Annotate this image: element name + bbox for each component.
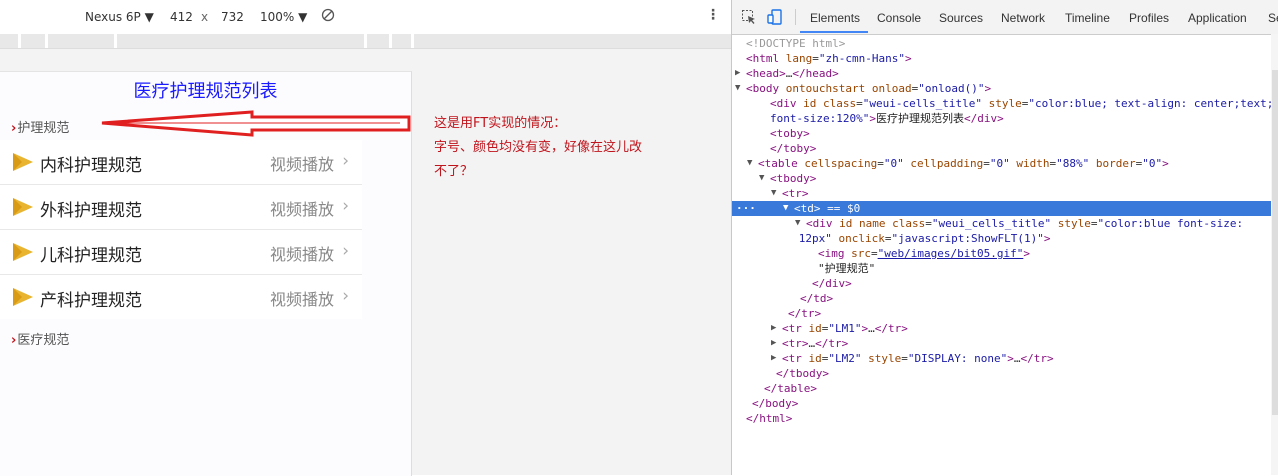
- video-play-link[interactable]: 视频播放: [270, 196, 334, 220]
- list-item-label: 儿科护理规范: [40, 246, 142, 266]
- dom-node-line[interactable]: ▼ <div id name class="weui_cells_title" s…: [732, 216, 1271, 231]
- scrollbar[interactable]: [1271, 34, 1278, 475]
- video-play-link[interactable]: 视频播放: [270, 151, 334, 175]
- annotation-line-3: 不了？: [434, 164, 474, 179]
- folder-arrow-icon: [13, 153, 33, 171]
- dom-node-line[interactable]: <toby>: [732, 126, 1271, 141]
- tab-console[interactable]: Console: [877, 11, 921, 25]
- dom-node-line[interactable]: ▼ <tbody>: [732, 171, 1271, 186]
- folder-arrow-icon: [13, 288, 33, 306]
- dom-node-line[interactable]: </body>: [732, 396, 1271, 411]
- inspect-element-icon[interactable]: [741, 9, 757, 25]
- dom-node-line[interactable]: <!DOCTYPE html>: [732, 36, 1271, 51]
- list-item[interactable]: 内科护理规范 视频播放 ›: [0, 140, 362, 184]
- collapse-icon[interactable]: ▼: [747, 156, 752, 171]
- width-field[interactable]: 412: [170, 10, 193, 24]
- tab-network[interactable]: Network: [1001, 11, 1045, 25]
- dom-node-line[interactable]: <div id class="weui-cells_title" style="…: [732, 96, 1273, 111]
- caret-icon: ›: [11, 121, 17, 136]
- dom-node-line[interactable]: ▼ <body ontouchstart onload="onload()">: [732, 81, 1271, 96]
- dom-node-line[interactable]: <img src="web/images/bit05.gif">: [732, 246, 1271, 261]
- folder-arrow-icon: [13, 198, 33, 216]
- caret-icon: ›: [11, 333, 17, 348]
- more-options-icon[interactable]: ⋮: [706, 7, 720, 23]
- section-nursing-label: 护理规范: [17, 121, 70, 136]
- expand-icon[interactable]: ▶: [771, 351, 776, 366]
- list-item[interactable]: 儿科护理规范 视频播放 ›: [0, 229, 362, 274]
- dom-node-line[interactable]: ▶ <tr id="LM1">…</tr>: [732, 321, 1271, 336]
- device-emulation-area: Nexus 6P ▼ 412 x 732 100% ▼ ⋮ 医疗护理规范列表 ›…: [0, 0, 731, 476]
- device-toggle-icon[interactable]: [767, 9, 783, 25]
- dom-node-line[interactable]: </tbody>: [732, 366, 1271, 381]
- phone-viewport: 医疗护理规范列表 ›护理规范 内科护理规范 视频播放 › 外科护理规范 视频播放 › 儿科护…: [0, 71, 412, 476]
- chevron-right-icon: ›: [342, 241, 349, 261]
- collapse-icon[interactable]: ▼: [759, 171, 764, 186]
- list-item[interactable]: 外科护理规范 视频播放 ›: [0, 184, 362, 229]
- dom-node-line[interactable]: 12px" onclick="javascript:ShowFLT(1)">: [732, 231, 1271, 246]
- chevron-right-icon: ›: [342, 286, 349, 306]
- dom-node-line[interactable]: <html lang="zh-cmn-Hans">: [732, 51, 1271, 66]
- height-field[interactable]: 732: [221, 10, 244, 24]
- elements-tree: <!DOCTYPE html> <html lang="zh-cmn-Hans">…: [732, 34, 1278, 475]
- collapse-icon[interactable]: ▼: [771, 186, 776, 201]
- dom-node-line[interactable]: ▶ <tr id="LM2" style="DISPLAY: none">…</t…: [732, 351, 1271, 366]
- dom-node-line[interactable]: </tr>: [732, 306, 1271, 321]
- list-item[interactable]: 产科护理规范 视频播放 ›: [0, 274, 362, 319]
- tab-sources[interactable]: Sources: [939, 11, 983, 25]
- collapse-icon[interactable]: ▼: [735, 81, 740, 96]
- collapse-icon[interactable]: ▼: [783, 201, 788, 216]
- tab-application[interactable]: Application: [1188, 11, 1247, 25]
- tab-elements[interactable]: Elements: [810, 11, 860, 25]
- annotation-line-2: 字号、颜色均没有变，好像在这儿改: [434, 140, 643, 155]
- tab-timeline[interactable]: Timeline: [1065, 11, 1110, 25]
- list-item-label: 内科护理规范: [40, 156, 142, 176]
- dom-node-line[interactable]: </table>: [732, 381, 1271, 396]
- dom-node-line[interactable]: "护理规范": [732, 261, 1271, 276]
- dom-node-line[interactable]: ▶ <head>…</head>: [732, 66, 1271, 81]
- device-select[interactable]: Nexus 6P ▼: [85, 10, 154, 24]
- section-medical-label: 医疗规范: [17, 333, 70, 348]
- devtools-panel: Elements Console Sources Network Timeline Pro…: [731, 0, 1278, 475]
- dimension-separator: x: [201, 10, 209, 24]
- active-tab-indicator: [800, 31, 868, 33]
- dom-node-line[interactable]: </html>: [732, 411, 1271, 426]
- devtools-tabbar: Elements Console Sources Network Timeline Pro…: [732, 0, 1278, 35]
- chevron-right-icon: ›: [342, 151, 349, 171]
- list-item-label: 产科护理规范: [40, 291, 142, 311]
- media-query-ruler: [0, 34, 731, 49]
- rotate-icon[interactable]: [321, 8, 335, 25]
- dom-node-line[interactable]: ▼ <table cellspacing="0" cellpadding="0" …: [732, 156, 1271, 171]
- folder-arrow-icon: [13, 243, 33, 261]
- device-toolbar: Nexus 6P ▼ 412 x 732 100% ▼ ⋮: [0, 0, 731, 35]
- annotation-line-1: 这是用FT实现的情况：: [434, 116, 567, 131]
- section-medical[interactable]: ›医疗规范: [11, 329, 69, 348]
- page-title: 医疗护理规范列表: [133, 81, 278, 102]
- annotation-note: 这是用FT实现的情况： 字号、颜色均没有变，好像在这儿改 不了？: [434, 112, 694, 184]
- section-nursing[interactable]: ›护理规范: [11, 117, 69, 136]
- dom-node-line[interactable]: </div>: [732, 276, 1271, 291]
- expand-icon[interactable]: ▶: [771, 336, 776, 351]
- dom-node-line[interactable]: </td>: [732, 291, 1271, 306]
- dom-node-line[interactable]: </toby>: [732, 141, 1271, 156]
- chevron-right-icon: ›: [342, 196, 349, 216]
- tab-se[interactable]: Se: [1268, 11, 1278, 25]
- dom-node-line[interactable]: ▼ <tr>: [732, 186, 1271, 201]
- selected-marker: == $0: [820, 202, 861, 215]
- dom-node-line[interactable]: ▶ <tr>…</tr>: [732, 336, 1271, 351]
- tab-profiles[interactable]: Profiles: [1129, 11, 1169, 25]
- nursing-list: 内科护理规范 视频播放 › 外科护理规范 视频播放 › 儿科护理规范 视频播放 › 产科护理规范视…: [0, 140, 362, 319]
- more-actions-icon[interactable]: ···: [736, 201, 756, 216]
- collapse-icon[interactable]: ▼: [795, 216, 800, 231]
- video-play-link[interactable]: 视频播放: [270, 286, 334, 310]
- dom-node-line[interactable]: font-size:120%">医疗护理规范列表</div>: [732, 111, 1271, 126]
- expand-icon[interactable]: ▶: [771, 321, 776, 336]
- expand-icon[interactable]: ▶: [735, 66, 740, 81]
- zoom-select[interactable]: 100% ▼: [260, 10, 307, 24]
- list-item-label: 外科护理规范: [40, 201, 142, 221]
- selected-dom-node[interactable]: ··· ▼ <td> == $0: [732, 201, 1271, 216]
- video-play-link[interactable]: 视频播放: [270, 241, 334, 265]
